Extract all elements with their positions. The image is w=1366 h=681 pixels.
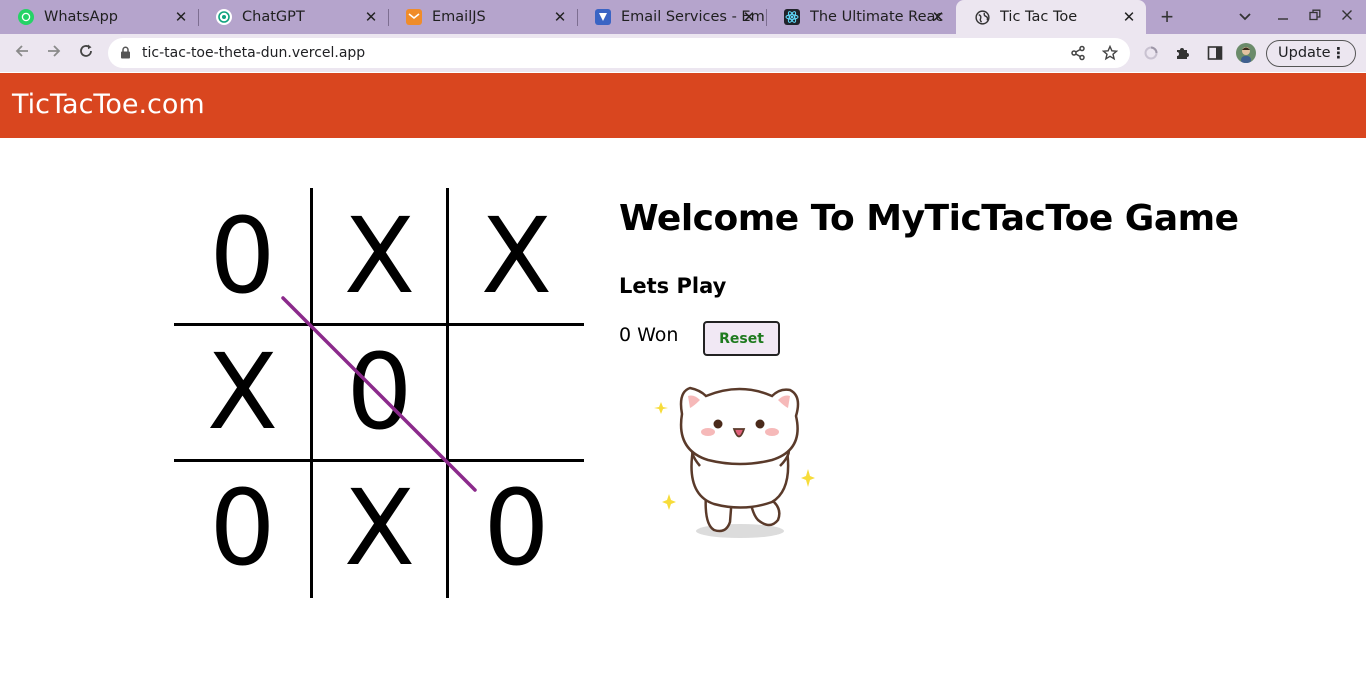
close-tab-icon[interactable]: ✕ bbox=[740, 8, 758, 26]
grid-line-vertical-2 bbox=[446, 188, 449, 598]
emailjs-icon bbox=[406, 9, 422, 25]
browser-tab-strip: WhatsApp ✕ ChatGPT ✕ EmailJS ✕ Email Ser… bbox=[0, 0, 1366, 34]
board-cell-1[interactable]: 0 bbox=[174, 188, 311, 324]
bookmark-star-icon[interactable] bbox=[1102, 45, 1118, 61]
site-brand[interactable]: TicTacToe.com bbox=[12, 89, 205, 120]
grid-line-horizontal-2 bbox=[174, 459, 584, 462]
tab-chatgpt[interactable]: ChatGPT ✕ bbox=[198, 0, 389, 34]
browser-toolbar: tic-tac-toe-theta-dun.vercel.app Update … bbox=[0, 34, 1366, 72]
restore-icon[interactable] bbox=[1306, 8, 1324, 26]
board-cell-4[interactable]: X bbox=[174, 324, 311, 460]
board-cell-8[interactable]: X bbox=[311, 460, 448, 596]
close-tab-icon[interactable]: ✕ bbox=[362, 8, 380, 26]
profile-avatar[interactable] bbox=[1236, 43, 1256, 63]
board-cell-5[interactable]: 0 bbox=[311, 324, 448, 460]
tab-whatsapp[interactable]: WhatsApp ✕ bbox=[0, 0, 199, 34]
loading-extension-icon[interactable] bbox=[1143, 45, 1159, 61]
tab-tic-tac-toe[interactable]: Tic Tac Toe ✕ bbox=[956, 0, 1146, 34]
welcome-heading: Welcome To MyTicTacToe Game bbox=[619, 198, 1239, 239]
extensions-puzzle-icon[interactable] bbox=[1175, 45, 1191, 61]
reset-button[interactable]: Reset bbox=[703, 321, 780, 356]
tab-emailjs[interactable]: EmailJS ✕ bbox=[388, 0, 578, 34]
chatgpt-icon bbox=[216, 9, 232, 25]
whatsapp-icon bbox=[18, 9, 34, 25]
tab-search-chevron-icon[interactable] bbox=[1236, 8, 1254, 26]
share-icon[interactable] bbox=[1070, 45, 1086, 61]
close-window-icon[interactable] bbox=[1338, 8, 1356, 26]
lock-icon bbox=[121, 46, 130, 59]
close-tab-icon[interactable]: ✕ bbox=[172, 8, 190, 26]
win-status-text: 0 Won bbox=[619, 324, 679, 346]
grid-line-horizontal-1 bbox=[174, 323, 584, 326]
board-cell-9[interactable]: 0 bbox=[448, 460, 585, 596]
board-cell-7[interactable]: 0 bbox=[174, 460, 311, 596]
minimize-icon[interactable] bbox=[1274, 8, 1292, 26]
forward-icon[interactable] bbox=[44, 43, 64, 63]
back-icon[interactable] bbox=[12, 43, 32, 63]
lets-play-heading: Lets Play bbox=[619, 274, 727, 298]
more-menu-icon[interactable]: ⋮ bbox=[1331, 41, 1346, 66]
close-tab-icon[interactable]: ✕ bbox=[551, 8, 569, 26]
board-cell-3[interactable]: X bbox=[448, 188, 585, 324]
address-bar[interactable]: tic-tac-toe-theta-dun.vercel.app bbox=[108, 38, 1130, 68]
board-cell-2[interactable]: X bbox=[311, 188, 448, 324]
react-icon bbox=[784, 9, 800, 25]
close-tab-icon[interactable]: ✕ bbox=[929, 8, 947, 26]
game-board: 0 X X X 0 0 X 0 bbox=[174, 188, 584, 598]
cheering-cat-sticker bbox=[654, 386, 815, 538]
board-cell-6[interactable] bbox=[448, 324, 585, 460]
grid-line-vertical-1 bbox=[310, 188, 313, 598]
tab-email-services[interactable]: Email Services - Em ✕ bbox=[577, 0, 767, 34]
side-panel-icon[interactable] bbox=[1207, 45, 1223, 61]
update-button[interactable]: Update ⋮ bbox=[1266, 40, 1356, 67]
update-label: Update bbox=[1278, 45, 1331, 61]
close-tab-icon[interactable]: ✕ bbox=[1120, 8, 1138, 26]
site-header: TicTacToe.com bbox=[0, 73, 1366, 138]
email-services-icon bbox=[595, 9, 611, 25]
tab-react[interactable]: The Ultimate Reac ✕ bbox=[766, 0, 955, 34]
globe-icon bbox=[974, 9, 990, 25]
url-text: tic-tac-toe-theta-dun.vercel.app bbox=[142, 45, 366, 61]
new-tab-icon[interactable]: + bbox=[1156, 6, 1178, 28]
reload-icon[interactable] bbox=[76, 43, 96, 63]
